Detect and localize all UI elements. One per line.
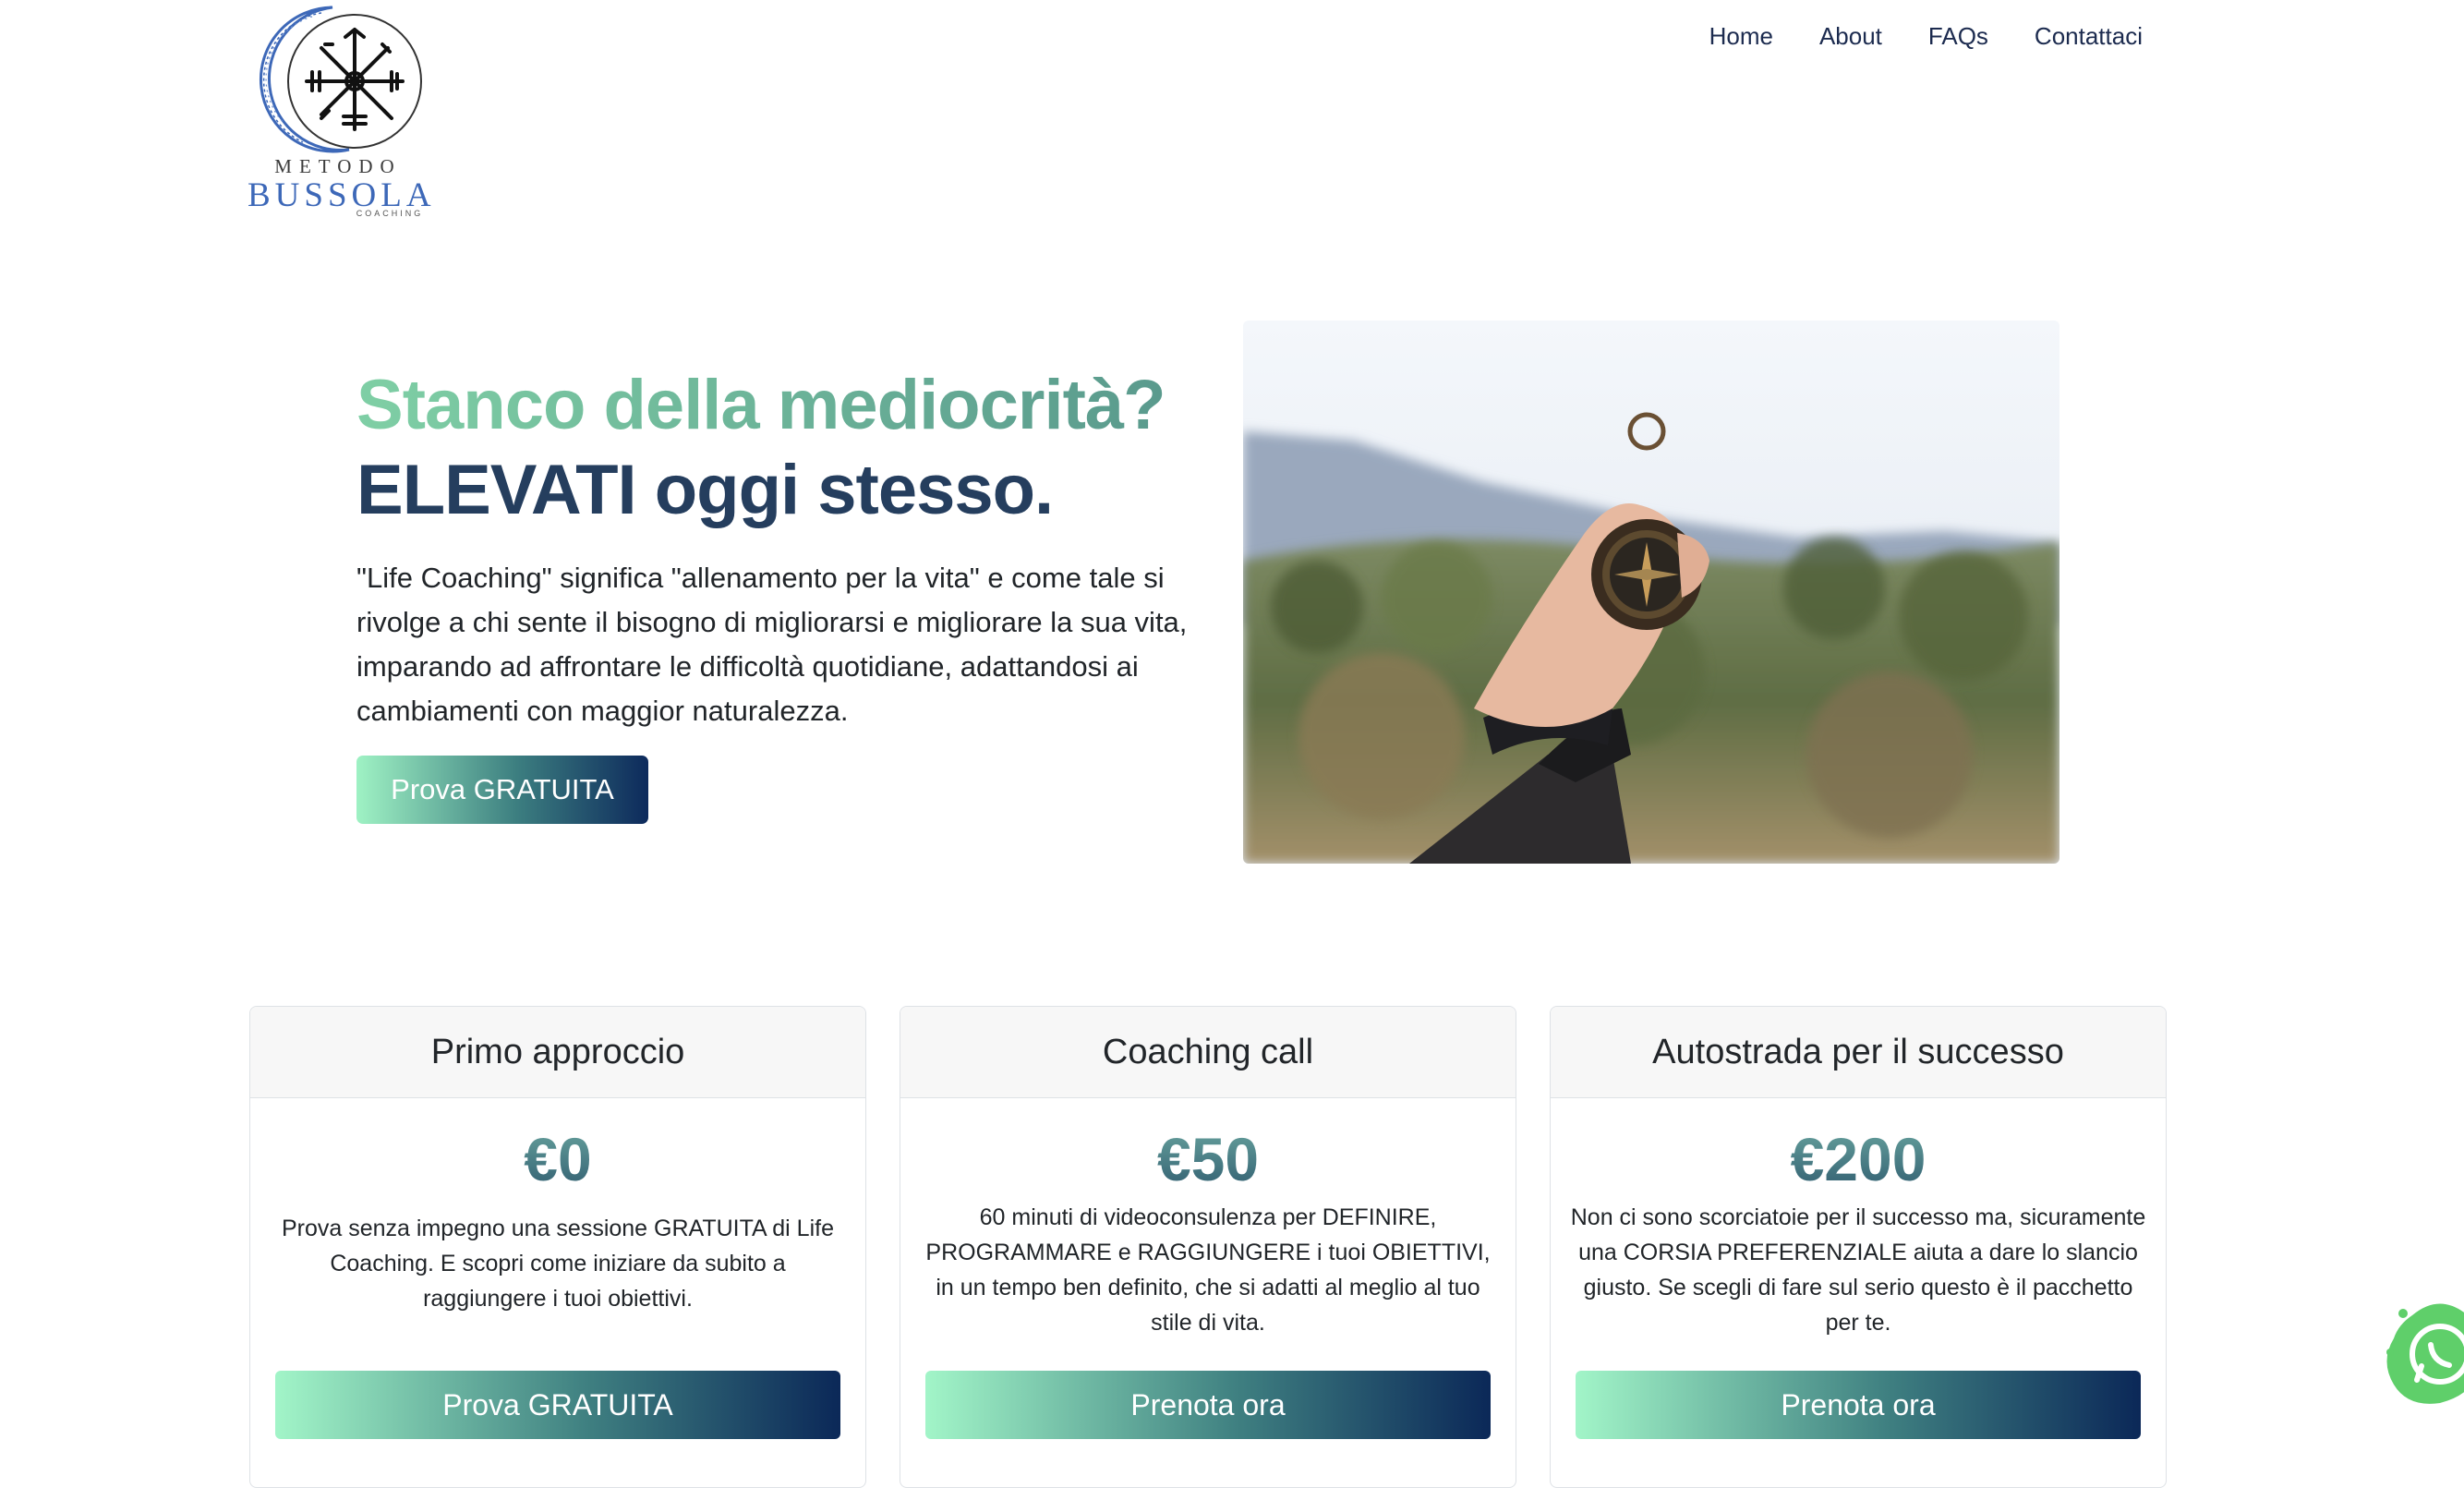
pricing-card-autostrada: Autostrada per il successo €200 Non ci s… xyxy=(1550,1006,2167,1488)
pricing-card-price: €0 xyxy=(250,1122,865,1196)
nav-home[interactable]: Home xyxy=(1686,20,1796,52)
nav-about[interactable]: About xyxy=(1796,20,1905,52)
whatsapp-icon[interactable] xyxy=(2385,1297,2464,1408)
pricing-card-description: Prova senza impegno una sessione GRATUIT… xyxy=(250,1196,865,1316)
pricing-card-price: €50 xyxy=(900,1122,1516,1196)
pricing-card-title: Coaching call xyxy=(900,1007,1516,1098)
nav-contattaci[interactable]: Contattaci xyxy=(2011,20,2143,52)
hero-title-line1: Stanco della mediocrità? xyxy=(356,363,1166,448)
hero-image-hand-compass xyxy=(1243,321,2059,864)
pricing-card-price: €200 xyxy=(1551,1122,2166,1196)
logo-word-coaching: COACHING xyxy=(356,209,424,218)
pricing-card-title: Primo approccio xyxy=(250,1007,865,1098)
pricing-card-button[interactable]: Prenota ora xyxy=(1576,1371,2141,1439)
pricing-card-button[interactable]: Prenota ora xyxy=(925,1371,1491,1439)
pricing-card-description-text: Prova senza impegno una sessione GRATUIT… xyxy=(282,1216,834,1312)
pricing-card-description-text: Non ci sono scorciatoie per il successo … xyxy=(1570,1204,2146,1336)
main-nav: Home About FAQs Contattaci xyxy=(1686,20,2143,52)
pricing-card-coaching-call: Coaching call €50 60 minuti di videocons… xyxy=(900,1006,1516,1488)
hero-title-line2: ELEVATI oggi stesso. xyxy=(356,451,1054,529)
pricing-card-description-text: 60 minuti di videoconsulenza per DEFINIR… xyxy=(925,1204,1491,1336)
hero-cta-button[interactable]: Prova GRATUITA xyxy=(356,756,648,824)
pricing-card-description: Non ci sono scorciatoie per il successo … xyxy=(1551,1196,2166,1336)
compass-rune-logo-icon xyxy=(259,6,422,153)
site-logo[interactable]: METODO BUSSOLA COACHING xyxy=(248,4,432,218)
pricing-card-button[interactable]: Prova GRATUITA xyxy=(275,1371,840,1439)
nav-faqs[interactable]: FAQs xyxy=(1905,20,2011,52)
pricing-card-description: 60 minuti di videoconsulenza per DEFINIR… xyxy=(900,1196,1516,1336)
pricing-card-free: Primo approccio €0 Prova senza impegno u… xyxy=(249,1006,866,1488)
hero-title: Stanco della mediocrità? ELEVATI oggi st… xyxy=(356,363,1166,533)
pricing-card-title: Autostrada per il successo xyxy=(1551,1007,2166,1098)
hero-description: "Life Coaching" significa "allenamento p… xyxy=(356,562,1188,727)
